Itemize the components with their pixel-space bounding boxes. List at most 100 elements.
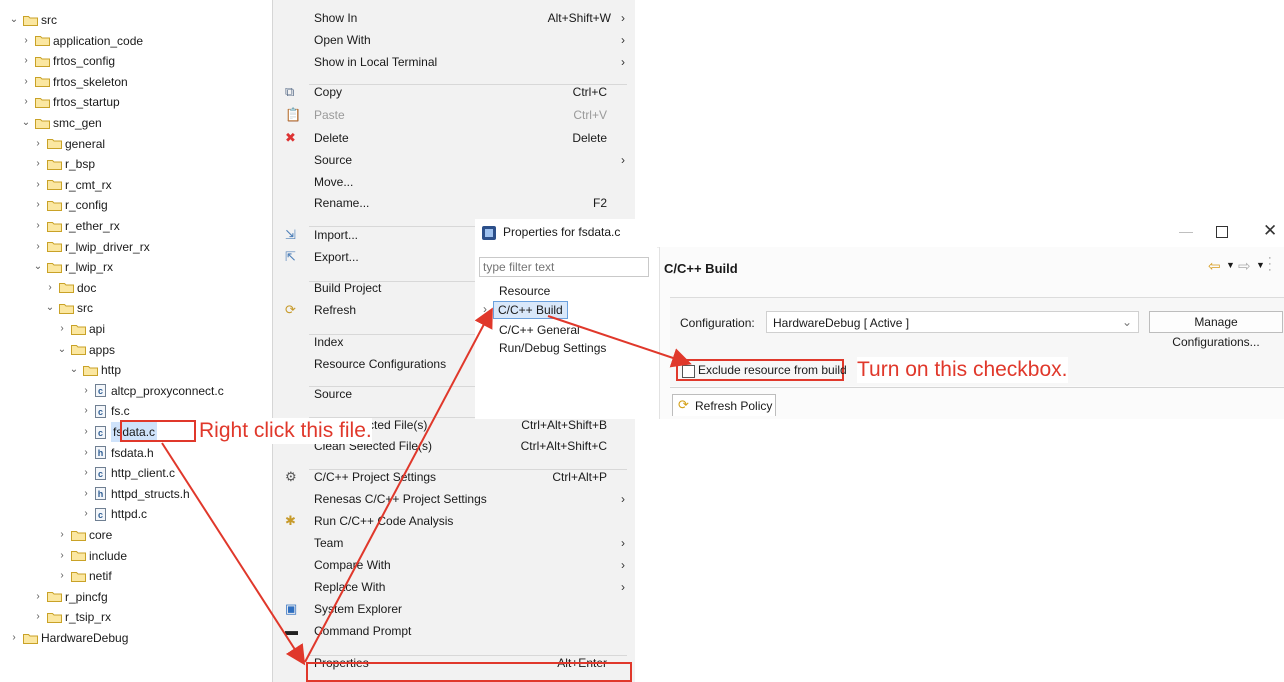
menu-item[interactable]: Show in Local Terminal ›	[273, 51, 635, 73]
menu-item[interactable]: Team ›	[273, 532, 635, 554]
tree-item[interactable]: › general	[32, 134, 105, 154]
nav-item-cpp-build[interactable]: C/C++ Build	[493, 301, 568, 319]
chevron-right-icon[interactable]: ›	[32, 195, 44, 215]
menu-item[interactable]: Renesas C/C++ Project Settings ›	[273, 488, 635, 510]
tree-item[interactable]: ⌄ apps	[56, 340, 115, 360]
tree-item[interactable]: › core	[56, 525, 112, 545]
folder-icon	[71, 530, 86, 541]
chevron-right-icon[interactable]: ›	[20, 92, 32, 112]
chevron-right-icon[interactable]: ›	[56, 546, 68, 566]
tree-item[interactable]: › r_lwip_driver_rx	[32, 237, 149, 257]
manage-configurations-button[interactable]: Manage Configurations...	[1149, 311, 1283, 349]
chevron-right-icon[interactable]: ›	[20, 31, 32, 51]
tree-item[interactable]: › frtos_startup	[20, 92, 119, 112]
tree-item[interactable]: › c fs.c	[80, 401, 129, 421]
close-icon[interactable]: ✕	[1263, 221, 1277, 241]
back-arrow-icon[interactable]: ⇦	[1208, 257, 1221, 275]
chevron-right-icon[interactable]: ›	[44, 278, 56, 298]
tree-item[interactable]: › c http_client.c	[80, 463, 175, 483]
tree-item[interactable]: › c httpd.c	[80, 504, 147, 524]
tree-item[interactable]: › frtos_skeleton	[20, 72, 127, 92]
chevron-down-icon[interactable]: ⌄	[68, 360, 80, 380]
tree-item[interactable]: › HardwareDebug	[8, 628, 128, 648]
chevron-down-icon[interactable]: ⌄	[32, 257, 44, 277]
tree-item[interactable]: › include	[56, 546, 127, 566]
chevron-right-icon[interactable]: ›	[8, 628, 20, 648]
menu-item[interactable]: 📋 Paste Ctrl+V	[273, 104, 635, 126]
tree-item[interactable]: › r_ether_rx	[32, 216, 119, 236]
minimize-icon[interactable]: —	[1179, 223, 1193, 239]
menu-item[interactable]: ✱ Run C/C++ Code Analysis	[273, 510, 635, 532]
tree-item[interactable]: ⌄ smc_gen	[20, 113, 102, 133]
menu-item[interactable]: ▬ Command Prompt	[273, 620, 635, 642]
tree-item[interactable]: › h httpd_structs.h	[80, 484, 189, 504]
nav-item-cpp-general[interactable]: C/C++ General	[499, 323, 580, 337]
chevron-right-icon[interactable]: ›	[483, 302, 487, 316]
tree-item[interactable]: ⌄ http	[68, 360, 121, 380]
chevron-right-icon[interactable]: ›	[32, 134, 44, 154]
chevron-right-icon[interactable]: ›	[32, 154, 44, 174]
chevron-down-icon[interactable]: ⌄	[20, 113, 32, 133]
tree-item[interactable]: › r_config	[32, 195, 107, 215]
chevron-down-icon[interactable]: ⌄	[8, 10, 20, 30]
chevron-right-icon[interactable]: ›	[56, 525, 68, 545]
chevron-right-icon[interactable]: ›	[20, 72, 32, 92]
tree-item[interactable]: › h fsdata.h	[80, 443, 153, 463]
chevron-right-icon[interactable]: ›	[80, 504, 92, 524]
filter-input[interactable]	[479, 257, 649, 277]
command-prompt-icon: ▬	[285, 623, 298, 638]
menu-item-label: Run C/C++ Code Analysis	[314, 514, 454, 528]
chevron-right-icon[interactable]: ›	[80, 463, 92, 483]
chevron-right-icon[interactable]: ›	[80, 443, 92, 463]
config-label: Configuration:	[680, 316, 755, 330]
chevron-right-icon[interactable]: ›	[32, 175, 44, 195]
chevron-right-icon[interactable]: ›	[56, 566, 68, 586]
chevron-right-icon[interactable]: ›	[80, 422, 92, 442]
menu-item[interactable]: Source ›	[273, 149, 635, 171]
chevron-right-icon[interactable]: ›	[20, 51, 32, 71]
chevron-down-icon[interactable]: ⌄	[56, 340, 68, 360]
tree-item[interactable]: › c altcp_proxyconnect.c	[80, 381, 224, 401]
nav-item-resource[interactable]: Resource	[499, 284, 550, 298]
chevron-right-icon[interactable]: ›	[32, 587, 44, 607]
tab-refresh-policy[interactable]: ⟳ Refresh Policy	[672, 394, 776, 416]
tree-item[interactable]: › api	[56, 319, 105, 339]
tree-item[interactable]: › r_cmt_rx	[32, 175, 111, 195]
chevron-right-icon[interactable]: ›	[32, 216, 44, 236]
chevron-right-icon[interactable]: ›	[56, 319, 68, 339]
tree-item[interactable]: ⌄ src	[8, 10, 57, 30]
chevron-right-icon[interactable]: ›	[80, 484, 92, 504]
chevron-down-icon[interactable]: ⌄	[44, 298, 56, 318]
config-select[interactable]: HardwareDebug [ Active ] ⌄	[766, 311, 1139, 333]
forward-dropdown-icon[interactable]: ▼	[1256, 260, 1265, 270]
folder-icon	[35, 97, 50, 108]
chevron-right-icon[interactable]: ›	[32, 607, 44, 627]
chevron-right-icon[interactable]: ›	[32, 237, 44, 257]
menu-item[interactable]: ▣ System Explorer	[273, 598, 635, 620]
tree-item[interactable]: › application_code	[20, 31, 143, 51]
chevron-right-icon[interactable]: ›	[80, 381, 92, 401]
tree-item[interactable]: ⌄ src	[44, 298, 93, 318]
exclude-checkbox[interactable]	[682, 365, 695, 378]
view-menu-icon[interactable]: · · ·	[1268, 253, 1272, 276]
menu-item[interactable]: Rename... F2	[273, 192, 635, 214]
menu-item[interactable]: ✖ Delete Delete	[273, 127, 635, 149]
back-dropdown-icon[interactable]: ▼	[1226, 260, 1235, 270]
menu-item[interactable]: Move...	[273, 171, 635, 193]
menu-item[interactable]: Show In Alt+Shift+W ›	[273, 7, 635, 29]
tree-item[interactable]: › r_tsip_rx	[32, 607, 111, 627]
tree-item[interactable]: › netif	[56, 566, 111, 586]
nav-item-run-debug[interactable]: Run/Debug Settings	[499, 341, 606, 355]
chevron-right-icon[interactable]: ›	[80, 401, 92, 421]
tree-item[interactable]: › frtos_config	[20, 51, 115, 71]
menu-item[interactable]: Compare With ›	[273, 554, 635, 576]
tree-item[interactable]: › r_bsp	[32, 154, 95, 174]
menu-item[interactable]: Open With ›	[273, 29, 635, 51]
tree-item[interactable]: ⌄ r_lwip_rx	[32, 257, 113, 277]
tree-item[interactable]: › r_pincfg	[32, 587, 107, 607]
tree-item[interactable]: › doc	[44, 278, 96, 298]
menu-item[interactable]: Replace With ›	[273, 576, 635, 598]
tree-item-label: altcp_proxyconnect.c	[111, 383, 224, 398]
maximize-icon[interactable]	[1216, 226, 1228, 238]
forward-arrow-icon[interactable]: ⇨	[1238, 257, 1251, 275]
